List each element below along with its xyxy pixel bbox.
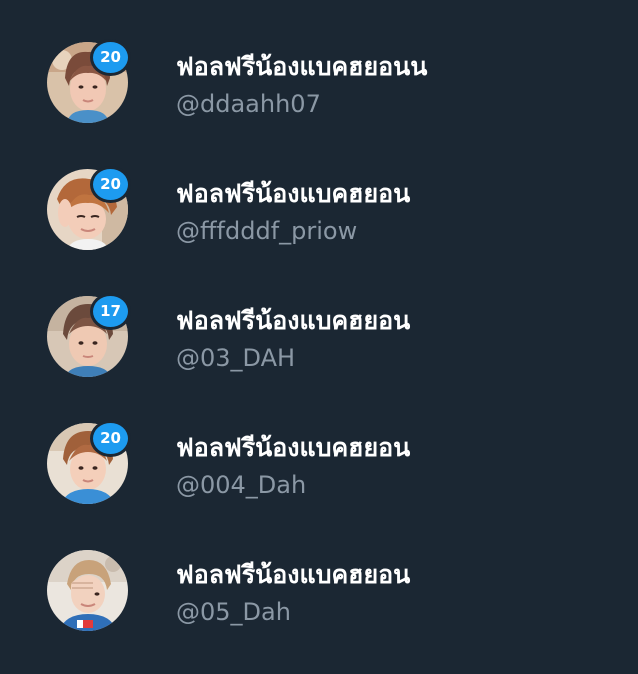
display-name: ฟอลฟรีน้องแบคฮยอน: [176, 433, 411, 462]
badge-count: 20: [90, 166, 131, 203]
username-handle: @fffdddf_priow: [176, 217, 358, 245]
badge-count: 20: [90, 420, 131, 457]
display-name: ฟอลฟรีน้องแบคฮยอน: [176, 179, 411, 208]
username-handle: @004_Dah: [176, 471, 307, 499]
account-list: 20 ฟอลฟรีน้องแบคฮยอนน @ddaahh07 20 ฟอลฟร…: [0, 0, 638, 674]
account-row-2[interactable]: 20 ฟอลฟรีน้องแบคฮยอน @fffdddf_priow: [0, 149, 638, 259]
account-row-1[interactable]: 20 ฟอลฟรีน้องแบคฮยอนน @ddaahh07: [0, 22, 638, 132]
avatar-photo-icon: [47, 550, 128, 631]
username-handle: @03_DAH: [176, 344, 296, 372]
account-row-5[interactable]: ฟอลฟรีน้องแบคฮยอน @05_Dah: [0, 530, 638, 640]
account-row-4[interactable]: 20 ฟอลฟรีน้องแบคฮยอน @004_Dah: [0, 403, 638, 513]
display-name: ฟอลฟรีน้องแบคฮยอน: [176, 560, 411, 589]
display-name: ฟอลฟรีน้องแบคฮยอนน: [176, 52, 428, 81]
badge-count: 20: [90, 39, 131, 76]
display-name: ฟอลฟรีน้องแบคฮยอน: [176, 306, 411, 335]
avatar[interactable]: [47, 550, 128, 631]
username-handle: @ddaahh07: [176, 90, 321, 118]
username-handle: @05_Dah: [176, 598, 291, 626]
account-row-3[interactable]: 17 ฟอลฟรีน้องแบคฮยอน @03_DAH: [0, 276, 638, 386]
badge-count: 17: [90, 293, 131, 330]
